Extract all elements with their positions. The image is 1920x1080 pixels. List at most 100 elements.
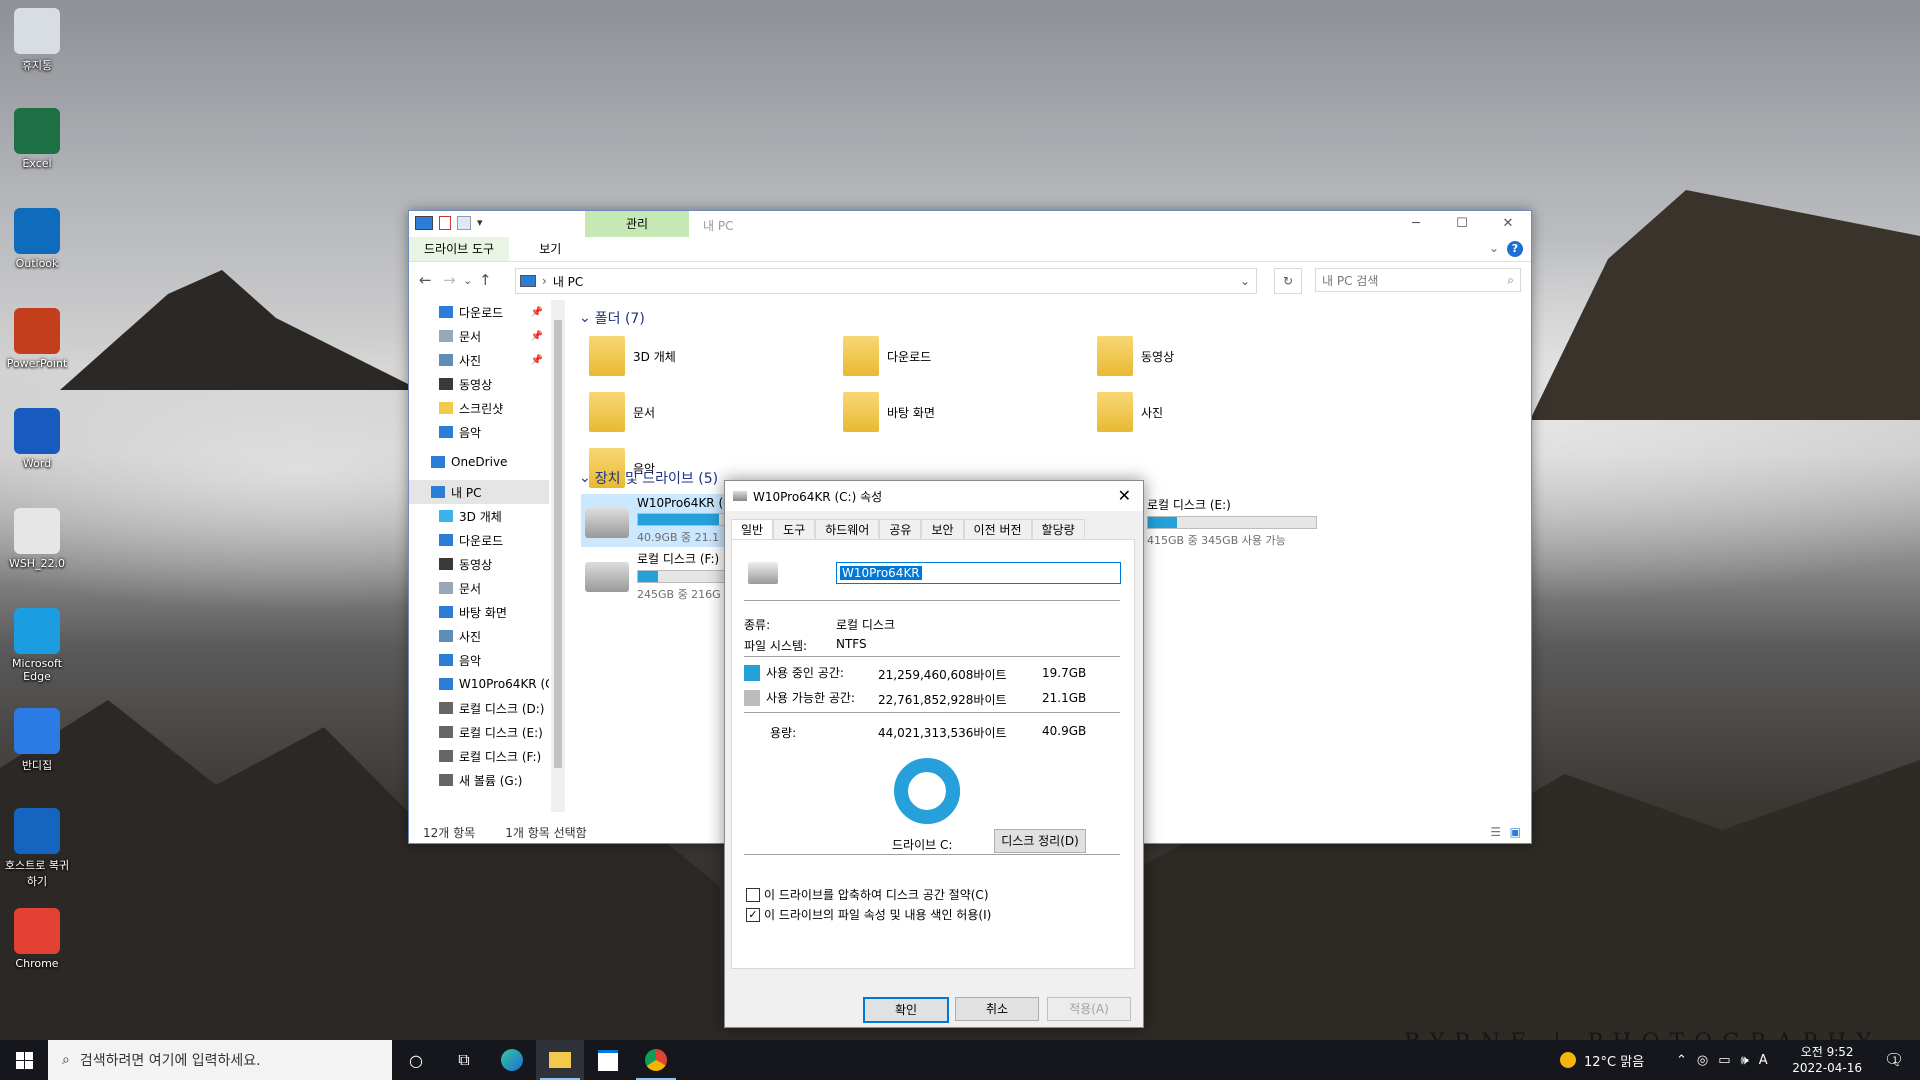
properties-icon[interactable] <box>439 216 451 230</box>
nav-item[interactable]: 바탕 화면 <box>409 600 549 624</box>
nav-item[interactable]: 3D 개체 <box>409 504 549 528</box>
pc-icon[interactable] <box>415 216 433 230</box>
folder-item[interactable]: 3D 개체 <box>589 336 676 376</box>
dialog-tab[interactable]: 공유 <box>879 519 922 539</box>
drives-group-header[interactable]: ⌄ 장치 및 드라이브 (5) <box>579 468 718 488</box>
dialog-tab[interactable]: 하드웨어 <box>815 519 880 539</box>
nav-item[interactable]: 스크린샷 <box>409 396 549 420</box>
volume-name-input[interactable]: W10Pro64KR <box>836 562 1121 584</box>
desktop-shortcut[interactable]: 반디집 <box>4 708 70 773</box>
checkbox-box[interactable] <box>746 887 760 902</box>
tray-chevron-icon[interactable]: ⌃ <box>1676 1053 1687 1068</box>
recent-chevron-icon[interactable]: ⌄ <box>463 274 472 287</box>
folders-group-header[interactable]: ⌄ 폴더 (7) <box>579 308 645 328</box>
ime-indicator[interactable]: A <box>1759 1053 1768 1068</box>
clock[interactable]: 오전 9:52 2022-04-16 <box>1792 1044 1862 1076</box>
taskbar-search-input[interactable]: ⌕ 검색하려면 여기에 입력하세요. <box>48 1040 392 1080</box>
file-explorer-taskbar-icon[interactable] <box>536 1040 584 1080</box>
desktop-shortcut[interactable]: WSH_22.0 <box>4 508 70 570</box>
nav-item[interactable]: 다운로드 📌 <box>409 300 549 324</box>
nav-item[interactable]: 내 PC <box>409 480 549 504</box>
explorer-titlebar[interactable]: ▾ 관리 내 PC ─ ☐ ✕ <box>409 211 1531 237</box>
refresh-button[interactable]: ↻ <box>1274 268 1302 294</box>
back-arrow-icon[interactable]: ← <box>419 271 432 289</box>
large-icons-view-icon[interactable]: ▣ <box>1510 825 1521 839</box>
dialog-tab[interactable]: 이전 버전 <box>963 519 1032 539</box>
volume-icon[interactable]: 🕪 <box>1741 1053 1749 1068</box>
address-bar[interactable]: › 내 PC ⌄ <box>515 268 1257 294</box>
new-folder-icon[interactable] <box>457 216 471 230</box>
dialog-tab[interactable]: 도구 <box>773 519 816 539</box>
folder-item[interactable]: 동영상 <box>1097 336 1174 376</box>
nav-item[interactable]: 사진 <box>409 624 549 648</box>
meet-now-icon[interactable]: ◎ <box>1697 1053 1708 1068</box>
nav-item[interactable]: 문서 <box>409 576 549 600</box>
desktop-shortcut[interactable]: Word <box>4 408 70 470</box>
tab-manage[interactable]: 관리 <box>585 211 689 237</box>
scrollbar-thumb[interactable] <box>554 320 562 768</box>
nav-item[interactable]: 로컬 디스크 (E:) <box>409 720 549 744</box>
maximize-icon[interactable]: ☐ <box>1439 211 1485 237</box>
desktop-shortcut[interactable]: 휴지통 <box>4 8 70 73</box>
chrome-taskbar-icon[interactable] <box>632 1040 680 1080</box>
nav-item[interactable]: 사진 📌 <box>409 348 549 372</box>
task-view-icon[interactable]: ⧉ <box>440 1040 488 1080</box>
cortana-icon[interactable]: ○ <box>392 1040 440 1080</box>
breadcrumb[interactable]: 내 PC <box>553 273 583 290</box>
up-arrow-icon[interactable]: ↑ <box>479 271 492 289</box>
minimize-icon[interactable]: ─ <box>1393 211 1439 237</box>
tab-drive-tools[interactable]: 드라이브 도구 <box>409 237 510 261</box>
checkbox-box[interactable]: ✓ <box>746 907 760 922</box>
folder-item[interactable]: 사진 <box>1097 392 1163 432</box>
nav-item[interactable]: 로컬 디스크 (D:) <box>409 696 549 720</box>
folder-item[interactable]: 문서 <box>589 392 655 432</box>
navigation-pane[interactable]: 다운로드 📌 문서 📌 사진 📌 동영상 스크린샷 음악 OneDrive 내 PC 3D 개체 다운로… <box>409 300 549 814</box>
nav-item[interactable]: 음악 <box>409 420 549 444</box>
disk-cleanup-button[interactable]: 디스크 정리(D) <box>994 829 1086 853</box>
nav-scrollbar[interactable] <box>551 300 565 812</box>
start-button[interactable] <box>0 1040 48 1080</box>
details-view-icon[interactable]: ☰ <box>1490 825 1501 839</box>
desktop-shortcut[interactable]: Outlook <box>4 208 70 270</box>
desktop-shortcut[interactable]: PowerPoint <box>4 308 70 370</box>
compress-checkbox[interactable]: 이 드라이브를 압축하여 디스크 공간 절약(C) <box>746 886 989 903</box>
desktop-shortcut[interactable]: Chrome <box>4 908 70 970</box>
nav-item[interactable]: 음악 <box>409 648 549 672</box>
nav-item[interactable]: 로컬 디스크 (F:) <box>409 744 549 768</box>
dialog-titlebar[interactable]: W10Pro64KR (C:) 속성 ✕ <box>725 481 1143 511</box>
help-icon[interactable]: ? <box>1507 241 1523 257</box>
desktop-shortcut[interactable]: Microsoft Edge <box>4 608 70 683</box>
nav-item[interactable]: 문서 📌 <box>409 324 549 348</box>
store-taskbar-icon[interactable] <box>584 1040 632 1080</box>
nav-item[interactable]: 동영상 <box>409 552 549 576</box>
nav-item[interactable]: W10Pro64KR (C <box>409 672 549 696</box>
address-dropdown-icon[interactable]: ⌄ <box>1240 274 1250 288</box>
close-icon[interactable]: ✕ <box>1485 211 1531 237</box>
folder-item[interactable]: 바탕 화면 <box>843 392 935 432</box>
folder-item[interactable]: 다운로드 <box>843 336 931 376</box>
edge-taskbar-icon[interactable] <box>488 1040 536 1080</box>
qat-dropdown-icon[interactable]: ▾ <box>477 216 483 230</box>
search-input[interactable]: 내 PC 검색 ⌕ <box>1315 268 1521 292</box>
dialog-tab[interactable]: 할당량 <box>1031 519 1085 539</box>
dialog-tab[interactable]: 일반 <box>731 519 774 539</box>
nav-item[interactable]: OneDrive <box>409 450 549 474</box>
ok-button[interactable]: 확인 <box>863 997 949 1023</box>
notification-center-icon[interactable]: 🗨1 <box>1884 1050 1910 1069</box>
dialog-tab[interactable]: 보안 <box>921 519 964 539</box>
expand-ribbon-icon[interactable]: ⌄ <box>1489 241 1499 255</box>
desktop-shortcut[interactable]: Excel <box>4 108 70 170</box>
forward-arrow-icon[interactable]: → <box>443 271 456 289</box>
network-icon[interactable]: ▭ <box>1718 1053 1730 1068</box>
apply-button[interactable]: 적용(A) <box>1047 997 1131 1021</box>
nav-item[interactable]: 다운로드 <box>409 528 549 552</box>
weather-widget[interactable]: 12°C 맑음 <box>1560 1040 1644 1080</box>
desktop-shortcut[interactable]: 호스트로 복귀하기 <box>4 808 70 889</box>
cancel-button[interactable]: 취소 <box>955 997 1039 1021</box>
close-icon[interactable]: ✕ <box>1118 486 1131 505</box>
tab-view[interactable]: 보기 <box>524 237 576 261</box>
index-checkbox[interactable]: ✓ 이 드라이브의 파일 속성 및 내용 색인 허용(I) <box>746 906 991 923</box>
properties-dialog[interactable]: W10Pro64KR (C:) 속성 ✕ 일반 도구 하드웨어 공유 보안 이전 버전 할당… <box>724 480 1144 1028</box>
nav-item[interactable]: 새 볼륨 (G:) <box>409 768 549 792</box>
nav-item[interactable]: 동영상 <box>409 372 549 396</box>
